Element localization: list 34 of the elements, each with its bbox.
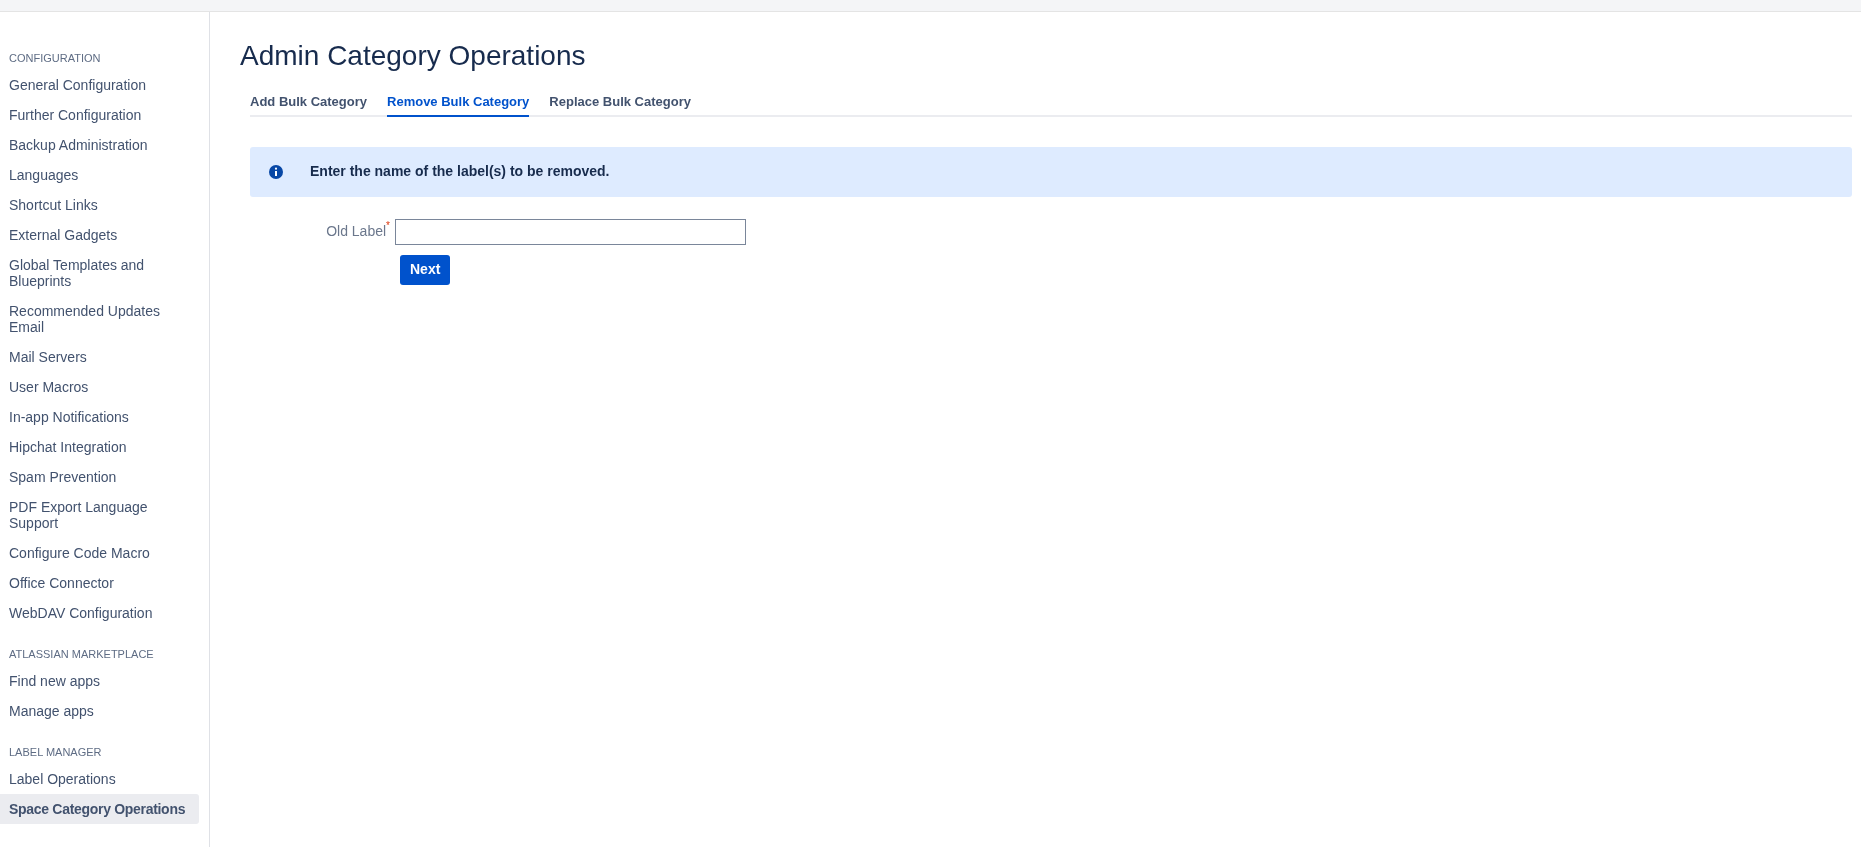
sidebar-item[interactable]: Global Templates and Blueprints	[0, 250, 199, 296]
tab[interactable]: Add Bulk Category	[250, 92, 367, 117]
sidebar-item[interactable]: Find new apps	[0, 666, 199, 696]
tab[interactable]: Replace Bulk Category	[549, 92, 691, 117]
sidebar-item[interactable]: Shortcut Links	[0, 190, 199, 220]
sidebar-item[interactable]: Label Operations	[0, 764, 199, 794]
required-mark: *	[386, 221, 390, 231]
sidebar-item[interactable]: Backup Administration	[0, 130, 199, 160]
sidebar-section-heading: ATLASSIAN MARKETPLACE	[8, 647, 155, 662]
sidebar-item[interactable]: WebDAV Configuration	[0, 598, 199, 628]
sidebar-item[interactable]: External Gadgets	[0, 220, 199, 250]
sidebar-item[interactable]: PDF Export Language Support	[0, 492, 199, 538]
sidebar-item[interactable]: Languages	[0, 160, 199, 190]
next-button[interactable]: Next	[400, 254, 451, 285]
info-icon	[268, 163, 284, 180]
tab[interactable]: Remove Bulk Category	[387, 92, 530, 117]
sidebar-item[interactable]: Office Connector	[0, 568, 199, 598]
sidebar-section-heading: LABEL MANAGER	[8, 745, 103, 760]
sidebar-item[interactable]: Spam Prevention	[0, 462, 199, 492]
field-label: Old Label	[326, 223, 387, 241]
sidebar-item[interactable]: In-app Notifications	[0, 402, 199, 432]
info-message: Enter the name of the label(s) to be removed.	[310, 162, 610, 181]
sidebar-item[interactable]: Hipchat Integration	[0, 432, 199, 462]
sidebar-item[interactable]: User Macros	[0, 372, 199, 402]
sidebar-item[interactable]: Further Configuration	[0, 100, 199, 130]
sidebar-section-heading: CONFIGURATION	[8, 51, 102, 66]
sidebar-item[interactable]: Configure Code Macro	[0, 538, 199, 568]
sidebar-item[interactable]: Manage apps	[0, 696, 199, 726]
page-title: Admin Category Operations	[240, 39, 587, 73]
sidebar-item[interactable]: General Configuration	[0, 70, 199, 100]
sidebar-item[interactable]: Recommended Updates Email	[0, 296, 199, 342]
input-field[interactable]	[395, 218, 746, 245]
sidebar-item[interactable]: Mail Servers	[0, 342, 199, 372]
sidebar-item[interactable]: Space Category Operations	[0, 794, 199, 824]
